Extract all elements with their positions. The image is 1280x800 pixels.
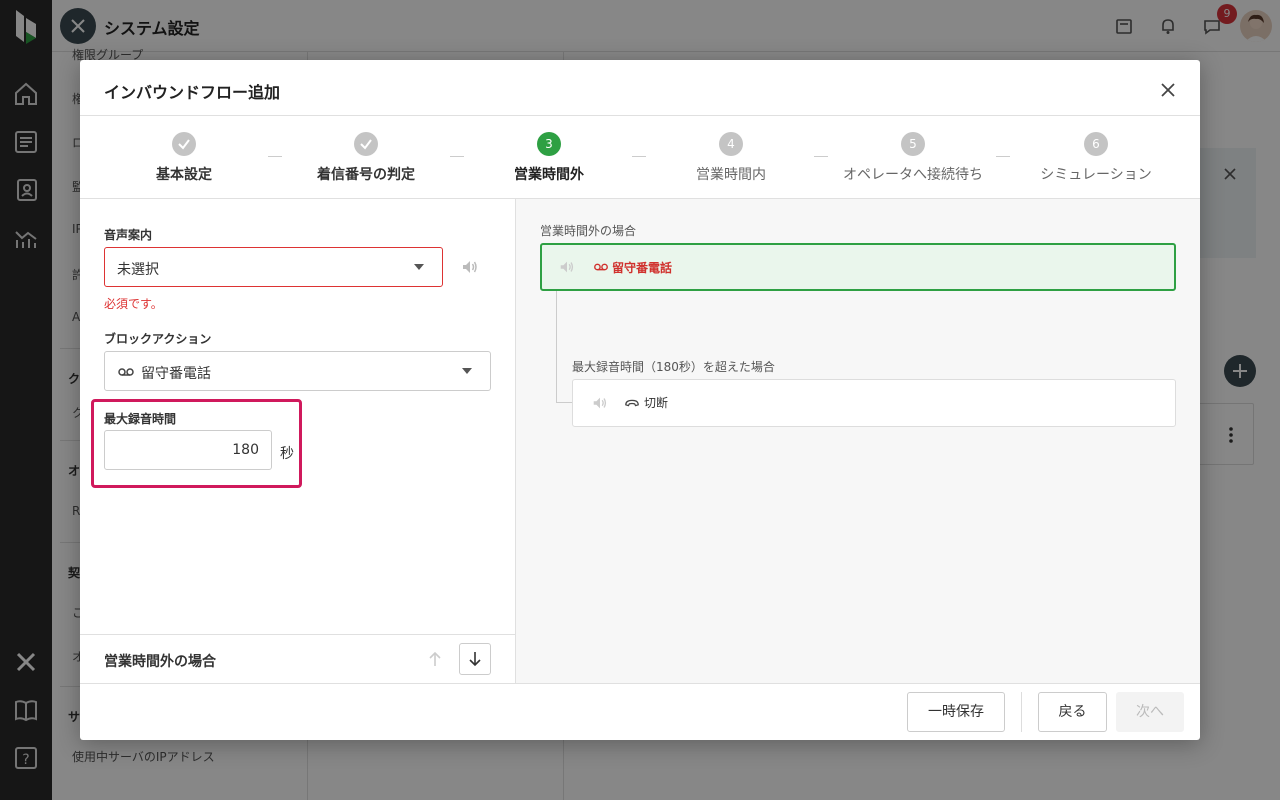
flow-node-hangup[interactable]: 切断	[572, 379, 1176, 427]
section-title: 営業時間外の場合	[104, 654, 216, 670]
seconds-unit: 秒	[280, 446, 294, 462]
move-up-button[interactable]	[419, 643, 451, 675]
step-indicator: 基本設定 着信番号の判定 3 営業時間外 4 営業時間内 5 オペレータへ接続待…	[80, 115, 1200, 199]
step-label: シミュレーション	[1040, 167, 1152, 183]
move-down-button[interactable]	[459, 643, 491, 675]
step-number-check: 着信番号の判定	[291, 132, 441, 184]
check-icon	[178, 139, 190, 150]
max-record-time-input[interactable]	[104, 430, 272, 470]
arrow-down-icon	[469, 652, 481, 667]
save-draft-button[interactable]: 一時保存	[907, 692, 1005, 732]
step-number-badge: 5	[901, 132, 925, 156]
step-number-badge: 3	[537, 132, 561, 156]
flow-node-voicemail[interactable]: 留守番電話	[540, 243, 1176, 291]
speaker-icon[interactable]	[460, 257, 480, 277]
block-settings-pane: 音声案内 未選択 必須です。 ブロックアクション 留守番電話 最大録音時間 秒 …	[80, 199, 516, 683]
step-operator-wait: 5 オペレータへ接続待ち	[838, 132, 988, 184]
close-icon[interactable]	[1156, 78, 1180, 102]
chevron-down-icon	[414, 264, 424, 270]
inbound-flow-add-dialog: インバウンドフロー追加 基本設定 着信番号の判定 3 営業時間外 4 営業時間内	[80, 60, 1200, 740]
back-button[interactable]: 戻る	[1038, 692, 1107, 732]
dialog-footer: 一時保存 戻る 次へ	[80, 683, 1200, 740]
step-connector	[268, 156, 282, 157]
dialog-title: インバウンドフロー追加	[104, 83, 281, 102]
step-number-badge: 6	[1084, 132, 1108, 156]
block-section-footer: 営業時間外の場合	[80, 634, 516, 683]
voice-guide-error: 必須です。	[104, 297, 163, 311]
step-label: 着信番号の判定	[317, 167, 415, 183]
step-label: 営業時間外	[514, 167, 584, 183]
step-simulation: 6 シミュレーション	[1021, 132, 1171, 184]
speaker-icon	[560, 261, 574, 273]
speaker-icon	[593, 397, 607, 409]
voice-guide-select[interactable]: 未選択	[104, 247, 443, 287]
step-connector	[632, 156, 646, 157]
flow-preview-pane: 営業時間外の場合 留守番電話 最大録音時間（180秒）を超えた場合 切断	[516, 199, 1200, 683]
arrow-up-icon	[429, 651, 441, 666]
voicemail-icon	[118, 368, 134, 376]
step-label: オペレータへ接続待ち	[843, 167, 983, 183]
step-connector	[996, 156, 1010, 157]
voicemail-icon	[594, 263, 608, 271]
step-basic-settings: 基本設定	[109, 132, 259, 184]
check-icon	[360, 139, 372, 150]
next-button[interactable]: 次へ	[1116, 692, 1184, 732]
step-label: 基本設定	[156, 167, 212, 183]
voice-guide-value: 未選択	[117, 262, 159, 278]
step-outside-hours: 3 営業時間外	[474, 132, 624, 184]
flow-node-label: 留守番電話	[612, 261, 673, 275]
footer-divider	[1021, 692, 1022, 732]
hangup-icon	[625, 399, 639, 407]
step-number-badge: 4	[719, 132, 743, 156]
step-done-badge	[354, 132, 378, 156]
step-connector	[450, 156, 464, 157]
flow-section-title: 営業時間外の場合	[540, 224, 637, 238]
max-record-time-label: 最大録音時間	[104, 412, 177, 426]
step-connector	[814, 156, 828, 157]
step-business-hours: 4 営業時間内	[656, 132, 806, 184]
block-action-select[interactable]: 留守番電話	[104, 351, 491, 391]
chevron-down-icon	[462, 368, 472, 374]
step-done-badge	[172, 132, 196, 156]
step-label: 営業時間内	[696, 167, 766, 183]
block-action-value: 留守番電話	[141, 366, 211, 382]
voice-guide-label: 音声案内	[104, 228, 153, 242]
branch-condition-label: 最大録音時間（180秒）を超えた場合	[572, 360, 775, 374]
flow-node-label: 切断	[644, 396, 669, 410]
block-action-label: ブロックアクション	[104, 332, 212, 346]
branch-connector	[556, 291, 572, 403]
